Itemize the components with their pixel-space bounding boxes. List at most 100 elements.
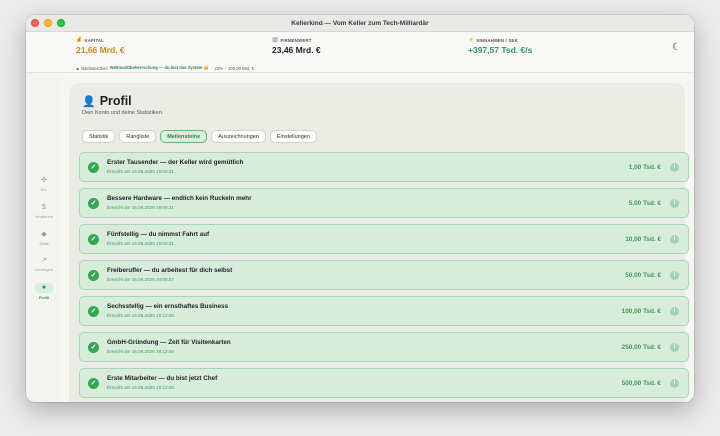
goal-progress: 23% [214,65,223,71]
milestone-title: Erster Tausender — der Keller wird gemüt… [107,159,244,166]
gamepad-icon: ✣ [41,177,47,184]
check-icon: ✓ [88,270,99,281]
sidebar-item-label: Skills [39,241,49,246]
goal-separator: · [210,65,213,71]
zoom-window-button[interactable] [57,19,65,27]
person-icon: 👤 [82,95,96,108]
stat-label: KAPITAL [84,37,105,43]
check-icon: ✓ [88,342,99,353]
milestone-item: ✓ Sechsstellig — ein ernsthaftes Busines… [79,296,689,326]
milestone-title: Sechsstellig — ein ernsthaftes Business [107,303,229,310]
stat-einnahmen: ⚡ EINNAHMEN / SEK +397,57 Tsd. €/s [468,37,532,55]
person-icon: ● [35,283,53,293]
milestone-date: Erreicht am 15.06.2026 19:00:31 [107,241,174,246]
main-content: 👤 Profil Dein Konto und deine Statistike… [64,73,694,402]
stat-kapital: 💰 KAPITAL 21,66 Mrd. € [76,37,125,55]
check-icon: ✓ [88,234,99,245]
tab-statistik[interactable]: Statistik [82,130,116,143]
goal-prefix: Nächstes Ziel: [81,65,108,71]
tab-rangliste[interactable]: Rangliste [119,130,157,143]
goal-name: Weltmarktbeherrschung — du bist das Syst… [109,65,209,70]
info-icon[interactable]: i [670,271,679,280]
milestone-item: ✓ Erster Tausender — der Keller wird gem… [79,152,689,182]
stat-label: EINNAHMEN / SEK [476,37,518,43]
milestone-date: Erreicht am 15.06.2026 20:05:07 [107,277,174,282]
info-icon[interactable]: i [670,307,679,316]
milestone-item: ✓ GmbH-Gründung — Zeit für Visitenkarten… [79,332,689,362]
info-icon[interactable]: i [670,343,679,352]
info-icon[interactable]: i [670,199,679,208]
stats-bar: 💰 KAPITAL 21,66 Mrd. € 🏢 FIRMENWERT 23,4… [26,32,694,73]
milestone-title: Freiberufler — du arbeitest für dich sel… [107,267,233,274]
graduation-cap-icon: ◆ [41,231,47,238]
milestone-title: Erste Mitarbeiter — du bist jetzt Chef [107,375,218,382]
milestone-title: GmbH-Gründung — Zeit für Visitenkarten [107,339,231,346]
sidebar-item-label: Verdienen [34,214,53,219]
sidebar-item-ikl[interactable]: ✣ IKL [26,176,62,192]
stat-label: FIRMENWERT [280,37,312,43]
minimize-window-button[interactable] [44,19,52,27]
title-bar: Kellerkind — Vom Keller zum Tech-Milliar… [26,15,694,32]
sidebar-item-skills[interactable]: ◆ Skills [26,230,62,246]
lightning-icon: ⚡ [468,37,475,43]
milestone-date: Erreicht am 16.06.2026 19:12:46 [107,313,174,318]
page-header: 👤 Profil Dein Konto und deine Statistike… [82,94,163,116]
money-bag-icon: 💰 [76,37,83,43]
check-icon: ✓ [88,162,99,173]
trend-chart-icon: ↗ [41,257,47,264]
milestone-amount: 500,00 Tsd. € [621,380,661,387]
milestone-list: ✓ Erster Tausender — der Keller wird gem… [79,152,689,402]
milestone-amount: 50,00 Tsd. € [625,272,661,279]
building-icon: 🏢 [272,37,279,43]
sidebar-item-label: IKL [40,187,47,192]
milestone-date: Erreicht am 16.06.2026 19:12:46 [107,385,174,390]
milestone-title: Fünfstellig — du nimmst Fahrt auf [107,231,210,238]
milestone-item: ✓ Bessere Hardware — endlich kein Ruckel… [79,188,689,218]
milestone-date: Erreicht am 15.06.2026 19:00:31 [107,205,174,210]
next-goal: ▰ Nächstes Ziel: Weltmarktbeherrschung —… [76,65,254,71]
profile-panel: 👤 Profil Dein Konto und deine Statistike… [69,83,689,402]
dark-mode-toggle[interactable]: ☾ [672,42,681,53]
goal-target: 100,00 Mrd. € [228,65,254,71]
milestone-amount: 1,00 Tsd. € [628,164,661,171]
info-icon[interactable]: i [670,163,679,172]
check-icon: ✓ [88,378,99,389]
info-icon[interactable]: i [670,379,679,388]
check-icon: ✓ [88,198,99,209]
sidebar: ✣ IKL $ Verdienen ◆ Skills ↗ Vermögen ● … [26,73,62,402]
milestone-amount: 250,00 Tsd. € [621,344,661,351]
milestone-amount: 5,00 Tsd. € [628,200,661,207]
moon-icon: ☾ [672,42,681,53]
sidebar-item-vermoegen[interactable]: ↗ Vermögen [26,256,62,272]
stat-value: 23,46 Mrd. € [272,45,321,55]
profile-tabs: Statistik Rangliste Meilensteine Auszeic… [82,130,317,143]
stat-firmenwert: 🏢 FIRMENWERT 23,46 Mrd. € [272,37,321,55]
window-title: Kellerkind — Vom Keller zum Tech-Milliar… [291,19,429,27]
tab-meilensteine[interactable]: Meilensteine [160,130,208,143]
sidebar-item-label: Vermögen [34,267,54,272]
milestone-date: Erreicht am 16.06.2026 19:12:46 [107,349,174,354]
milestone-item: ✓ Fünfstellig — du nimmst Fahrt auf Erre… [79,224,689,254]
tab-auszeichnungen[interactable]: Auszeichnungen [211,130,266,143]
tab-einstellungen[interactable]: Einstellungen [269,130,317,143]
milestone-amount: 10,00 Tsd. € [625,236,661,243]
stat-value: +397,57 Tsd. €/s [468,45,533,55]
flag-icon: ▰ [76,65,80,71]
info-icon[interactable]: i [670,235,679,244]
milestone-title: Bessere Hardware — endlich kein Ruckeln … [107,195,252,202]
goal-separator: · [224,65,227,71]
milestone-date: Erreicht am 15.06.2026 19:00:31 [107,169,174,174]
milestone-item: ✓ Freiberufler — du arbeitest für dich s… [79,260,689,290]
sidebar-item-verdienen[interactable]: $ Verdienen [26,203,62,219]
milestone-item: ✓ Erste Mitarbeiter — du bist jetzt Chef… [79,368,689,398]
traffic-lights [31,19,65,27]
sidebar-item-profil[interactable]: ● Profil [26,283,62,300]
milestone-amount: 100,00 Tsd. € [621,308,661,315]
sidebar-item-label: Profil [38,295,50,300]
check-icon: ✓ [88,306,99,317]
close-window-button[interactable] [31,19,39,27]
dollar-icon: $ [42,204,46,211]
app-window: Kellerkind — Vom Keller zum Tech-Milliar… [26,15,694,402]
page-title: Profil [99,94,132,108]
page-subtitle: Dein Konto und deine Statistiken. [82,110,164,116]
